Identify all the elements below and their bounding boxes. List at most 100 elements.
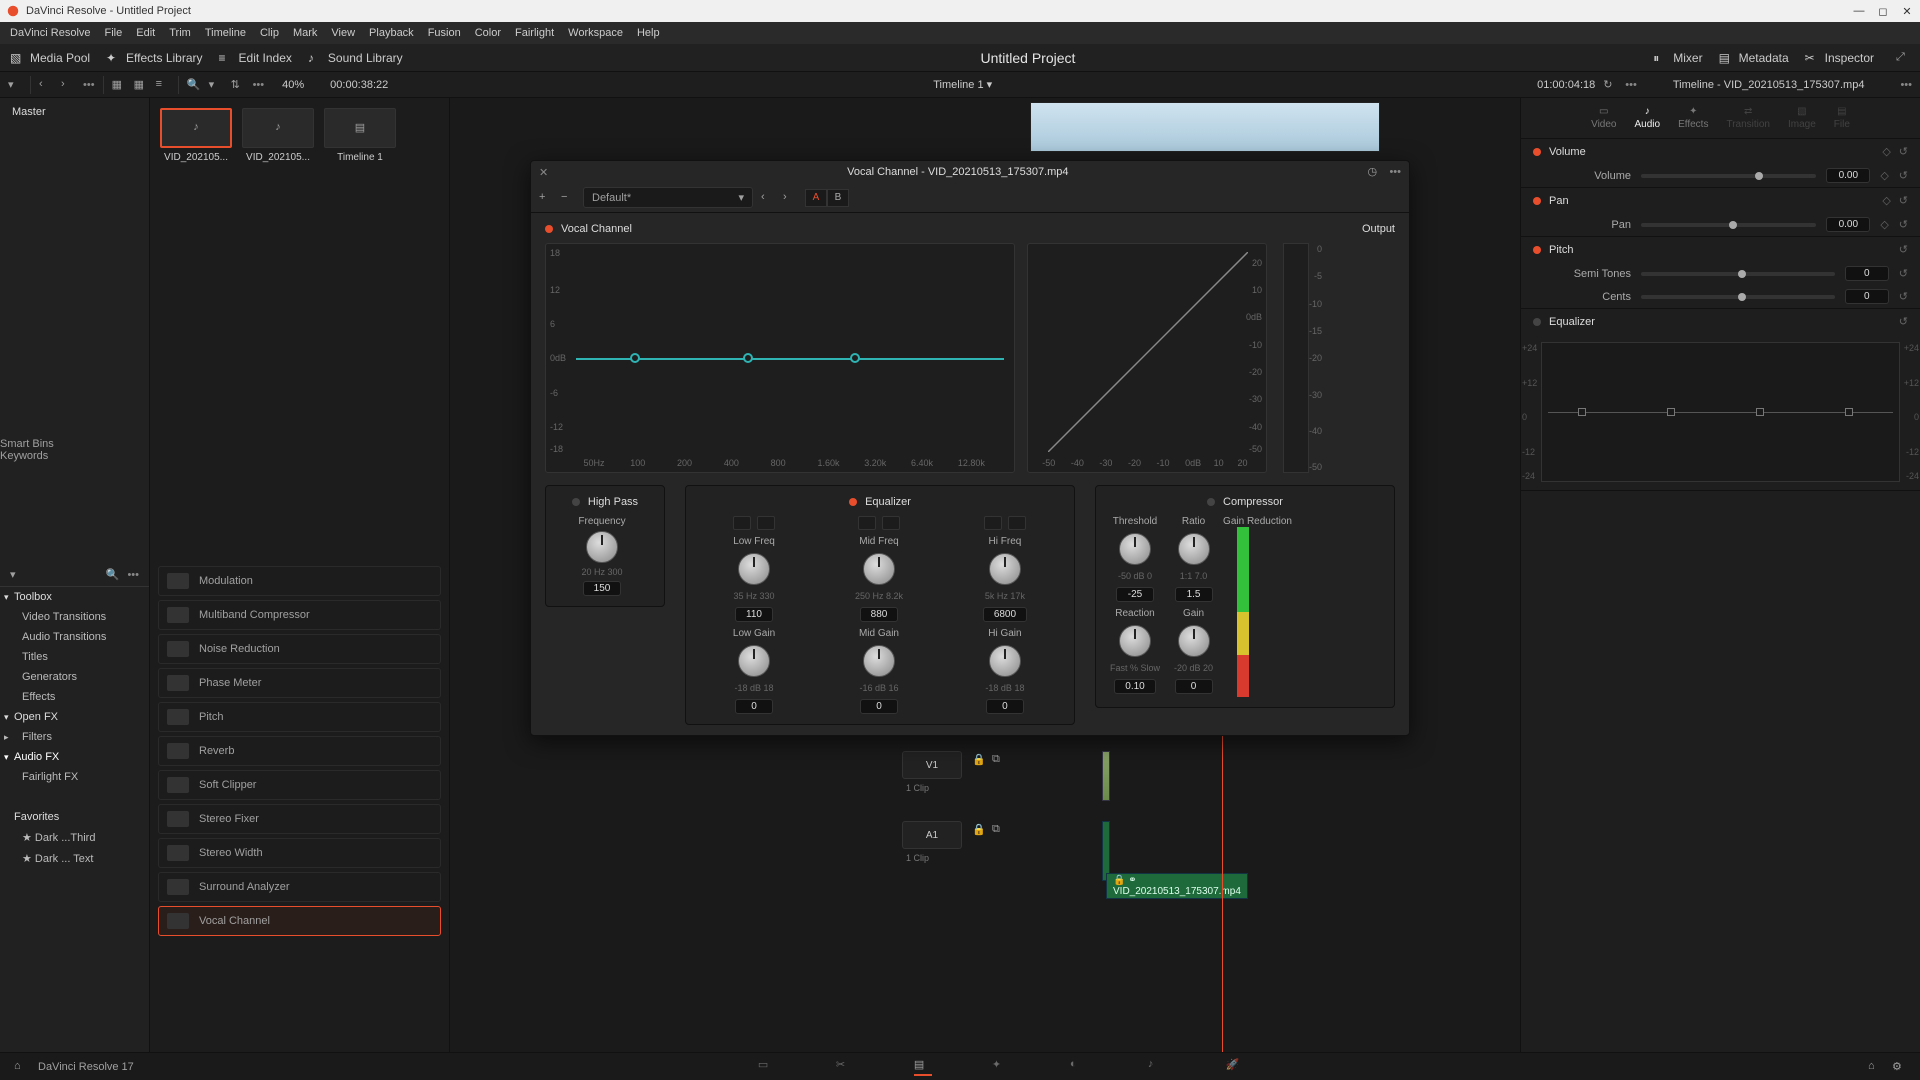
list-view-icon[interactable]: ≡ xyxy=(156,78,170,92)
low-gain-value[interactable]: 0 xyxy=(735,699,773,714)
metadata-toggle[interactable]: ▤Metadata xyxy=(1719,51,1789,65)
sound-library-toggle[interactable]: ♪Sound Library xyxy=(308,51,403,65)
media-pool-toggle[interactable]: ▧Media Pool xyxy=(10,51,90,65)
expand-icon[interactable]: ⤢ xyxy=(1896,51,1910,65)
remove-preset-icon[interactable]: − xyxy=(561,191,575,205)
loop-icon[interactable]: ↻ xyxy=(1603,78,1617,92)
eq-mini-graph[interactable]: +24 +12 0 -12 -24 +24 +12 0 -12 -24 xyxy=(1541,342,1900,482)
color-page-icon[interactable]: ◐ xyxy=(1070,1058,1088,1076)
reset-icon[interactable]: ↺ xyxy=(1899,169,1908,182)
eq-point[interactable] xyxy=(630,353,640,363)
section-header[interactable]: Pan xyxy=(1549,195,1569,207)
mixer-toggle[interactable]: ⏸Mixer xyxy=(1653,51,1702,65)
low-freq-value[interactable]: 110 xyxy=(735,607,773,622)
fx-cat-fairlightfx[interactable]: Fairlight FX xyxy=(0,767,149,787)
enable-dot[interactable] xyxy=(1533,318,1541,326)
inspector-tab-video[interactable]: ▭Video xyxy=(1591,106,1616,130)
preset-select[interactable]: Default*▾ xyxy=(583,187,753,208)
menu-item[interactable]: Workspace xyxy=(568,27,623,39)
reset-icon[interactable]: ↺ xyxy=(1899,145,1908,158)
fx-item[interactable]: Soft Clipper xyxy=(158,770,441,800)
section-header[interactable]: Volume xyxy=(1549,146,1586,158)
bypass-dot[interactable] xyxy=(545,225,553,233)
fx-cat-item[interactable]: Titles xyxy=(0,647,149,667)
fx-item[interactable]: Modulation xyxy=(158,566,441,596)
enable-dot[interactable] xyxy=(1533,246,1541,254)
fx-cat-toolbox[interactable]: ▾Toolbox xyxy=(0,587,149,607)
reset-icon[interactable]: ↺ xyxy=(1899,267,1908,280)
menu-item[interactable]: Playback xyxy=(369,27,414,39)
hi-freq-value[interactable]: 6800 xyxy=(983,607,1027,622)
keyframe-icon[interactable]: ◇ xyxy=(1880,169,1888,182)
maximize-button[interactable]: ◻ xyxy=(1876,4,1890,18)
fx-fav-item[interactable]: ★ Dark ...Third xyxy=(0,827,149,848)
low-shelf-type[interactable] xyxy=(733,516,751,530)
master-bin[interactable]: Master xyxy=(0,98,149,126)
fusion-page-icon[interactable]: ✦ xyxy=(992,1058,1010,1076)
eq-point[interactable] xyxy=(850,353,860,363)
ab-a-button[interactable]: A xyxy=(805,189,827,207)
add-preset-icon[interactable]: + xyxy=(539,191,553,205)
mid-bell-type[interactable] xyxy=(858,516,876,530)
viewer-zoom[interactable]: 40% xyxy=(282,79,304,91)
menu-item[interactable]: Fusion xyxy=(428,27,461,39)
edit-page-icon[interactable]: ▤ xyxy=(914,1058,932,1076)
audio-clip[interactable] xyxy=(1102,821,1110,881)
fx-item[interactable]: Pitch xyxy=(158,702,441,732)
ratio-value[interactable]: 1.5 xyxy=(1175,587,1213,602)
mid-freq-value[interactable]: 880 xyxy=(860,607,899,622)
fx-item[interactable]: Phase Meter xyxy=(158,668,441,698)
fx-item[interactable]: Stereo Width xyxy=(158,838,441,868)
makeup-gain-knob[interactable] xyxy=(1178,625,1210,657)
search-icon[interactable]: 🔍 xyxy=(105,568,119,582)
mid-gain-value[interactable]: 0 xyxy=(860,699,898,714)
section-header[interactable]: Equalizer xyxy=(1549,316,1595,328)
eq-enable[interactable] xyxy=(849,498,857,506)
fairlight-page-icon[interactable]: ♪ xyxy=(1148,1058,1166,1076)
keyframe-icon[interactable]: ◇ xyxy=(1880,218,1888,231)
reset-icon[interactable]: ↺ xyxy=(1899,290,1908,303)
menu-item[interactable]: Mark xyxy=(293,27,317,39)
fx-cat-item[interactable]: Effects xyxy=(0,687,149,707)
menu-item[interactable]: View xyxy=(331,27,355,39)
panel-dropdown-icon[interactable]: ▾ xyxy=(10,568,24,582)
menu-item[interactable]: Clip xyxy=(260,27,279,39)
inspector-tab-audio[interactable]: ♪Audio xyxy=(1634,106,1660,130)
inspector-toggle[interactable]: ✂Inspector xyxy=(1805,51,1874,65)
menu-item[interactable]: Help xyxy=(637,27,660,39)
fx-fav-item[interactable]: ★ Dark ... Text xyxy=(0,848,149,869)
menu-item[interactable]: DaVinci Resolve xyxy=(10,27,91,39)
fx-item-vocal-channel[interactable]: Vocal Channel xyxy=(158,906,441,936)
menu-item[interactable]: Edit xyxy=(136,27,155,39)
filter-icon[interactable]: ▾ xyxy=(209,78,223,92)
semitones-slider[interactable] xyxy=(1641,272,1835,276)
audio-track-label[interactable]: A1 xyxy=(902,821,962,849)
eq-curve-graph[interactable]: 18 12 6 0dB -6 -12 -18 50Hz 100 200 400 … xyxy=(545,243,1015,473)
inspector-tab-effects[interactable]: ✦Effects xyxy=(1678,106,1708,130)
link-icon[interactable]: ⧉ xyxy=(992,753,1006,767)
fx-cat-item[interactable]: Video Transitions xyxy=(0,607,149,627)
reaction-value[interactable]: 0.10 xyxy=(1114,679,1155,694)
smart-bin-keywords[interactable]: Keywords xyxy=(0,450,150,462)
hi-shelf-type[interactable] xyxy=(1008,516,1026,530)
thumb-view-icon[interactable]: ▦ xyxy=(112,78,126,92)
menu-item[interactable]: Trim xyxy=(169,27,191,39)
cents-value[interactable]: 0 xyxy=(1845,289,1889,304)
nav-next-icon[interactable]: › xyxy=(61,78,75,92)
low-bell-type[interactable] xyxy=(757,516,775,530)
low-gain-knob[interactable] xyxy=(738,645,770,677)
fx-item[interactable]: Stereo Fixer xyxy=(158,804,441,834)
hi-freq-knob[interactable] xyxy=(989,553,1021,585)
viewer-preview[interactable] xyxy=(1030,102,1380,152)
media-page-icon[interactable]: ▭ xyxy=(758,1058,776,1076)
bin-dropdown-icon[interactable]: ▾ xyxy=(8,78,22,92)
fx-item[interactable]: Noise Reduction xyxy=(158,634,441,664)
search-icon[interactable]: 🔍 xyxy=(187,78,201,92)
low-freq-knob[interactable] xyxy=(738,553,770,585)
pan-value[interactable]: 0.00 xyxy=(1826,217,1870,232)
fx-cat-audiofx[interactable]: ▾Audio FX xyxy=(0,747,149,767)
keyframe-icon[interactable]: ◇ xyxy=(1882,145,1890,158)
prev-preset-icon[interactable]: ‹ xyxy=(761,191,775,205)
enable-dot[interactable] xyxy=(1533,197,1541,205)
effects-library-toggle[interactable]: ✦Effects Library xyxy=(106,51,202,65)
